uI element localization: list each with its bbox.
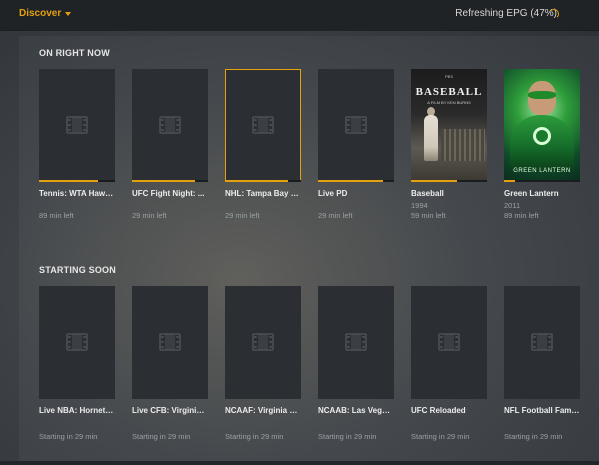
media-card[interactable]: Live PD 29 min left xyxy=(318,69,394,220)
progress-bar xyxy=(225,180,301,182)
card-title[interactable]: NFL Football Fami... xyxy=(504,406,580,415)
media-card[interactable]: GREEN LANTERN Green Lantern 2011 89 min lef… xyxy=(504,69,580,220)
card-time: 29 min left xyxy=(225,211,260,220)
card-poster[interactable]: GREEN LANTERN xyxy=(504,69,580,182)
card-poster[interactable] xyxy=(39,69,115,182)
film-icon xyxy=(159,333,181,351)
film-icon xyxy=(66,116,88,134)
card-poster[interactable] xyxy=(39,286,115,399)
card-time: Starting in 29 min xyxy=(225,432,284,441)
film-icon xyxy=(438,333,460,351)
media-card[interactable]: Live CFB: Virginia ... Starting in 29 min xyxy=(132,286,208,441)
card-poster[interactable] xyxy=(318,286,394,399)
media-card[interactable]: NCAAF: Virginia Te... Starting in 29 min xyxy=(225,286,301,441)
card-poster[interactable] xyxy=(504,286,580,399)
progress-fill xyxy=(504,180,516,182)
film-icon xyxy=(345,116,367,134)
poster-mask xyxy=(528,91,556,99)
card-poster[interactable] xyxy=(225,286,301,399)
card-poster[interactable] xyxy=(225,69,301,182)
film-icon xyxy=(66,333,88,351)
media-card[interactable]: NCAAB: Las Vegas ... Starting in 29 min xyxy=(318,286,394,441)
card-time: 29 min left xyxy=(318,211,353,220)
progress-fill xyxy=(411,180,457,182)
card-title[interactable]: Live NBA: Hornets... xyxy=(39,406,115,415)
card-year xyxy=(132,201,208,210)
green-lantern-poster-art: GREEN LANTERN xyxy=(504,69,580,182)
card-poster[interactable]: PBS BASEBALL A FILM BY KEN BURNS xyxy=(411,69,487,182)
card-time: 89 min left xyxy=(504,211,539,220)
film-icon xyxy=(531,333,553,351)
card-year: 2011 xyxy=(504,201,521,210)
progress-bar xyxy=(411,180,487,182)
card-time: Starting in 29 min xyxy=(411,432,470,441)
card-poster[interactable] xyxy=(318,69,394,182)
top-bar: Discover Refreshing EPG (47%) xyxy=(0,0,599,30)
card-time: 89 min left xyxy=(39,211,74,220)
card-title[interactable]: Live CFB: Virginia ... xyxy=(132,406,208,415)
card-poster[interactable] xyxy=(132,69,208,182)
progress-bar xyxy=(318,180,394,182)
poster-title: GREEN LANTERN xyxy=(513,168,571,174)
discover-dropdown[interactable]: Discover xyxy=(19,8,72,19)
film-icon xyxy=(252,116,274,134)
progress-fill xyxy=(39,180,99,182)
spinner-icon xyxy=(549,9,559,19)
media-card[interactable]: NFL Football Fami... Starting in 29 min xyxy=(504,286,580,441)
film-icon xyxy=(159,116,181,134)
epg-status-text: Refreshing EPG (47%) xyxy=(455,8,557,19)
card-year xyxy=(318,201,394,210)
card-time: Starting in 29 min xyxy=(132,432,191,441)
section-title-starting-soon: STARTING SOON xyxy=(39,265,116,275)
section-title-on-right-now: ON RIGHT NOW xyxy=(39,48,110,58)
card-poster[interactable] xyxy=(132,286,208,399)
card-title[interactable]: Live PD xyxy=(318,189,394,198)
chevron-down-icon xyxy=(65,12,72,16)
card-title[interactable]: Tennis: WTA Hawa... xyxy=(39,189,115,198)
media-card[interactable]: NHL: Tampa Bay L... 29 min left xyxy=(225,69,301,220)
progress-bar xyxy=(39,180,115,182)
discover-label: Discover xyxy=(19,8,62,19)
media-card[interactable]: PBS BASEBALL A FILM BY KEN BURNS Baseball 19… xyxy=(411,69,487,220)
poster-subtitle: A FILM BY KEN BURNS xyxy=(427,100,471,105)
poster-figure xyxy=(424,115,438,161)
film-icon xyxy=(252,333,274,351)
card-title[interactable]: NCAAB: Las Vegas ... xyxy=(318,406,394,415)
progress-fill xyxy=(132,180,196,182)
poster-title: BASEBALL xyxy=(415,86,483,98)
card-title[interactable]: UFC Fight Night: ... xyxy=(132,189,208,198)
card-title[interactable]: UFC Reloaded xyxy=(411,406,487,415)
lantern-emblem-icon xyxy=(533,127,551,145)
card-title[interactable]: NCAAF: Virginia Te... xyxy=(225,406,301,415)
card-poster[interactable] xyxy=(411,286,487,399)
baseball-poster-art: PBS BASEBALL A FILM BY KEN BURNS xyxy=(411,69,487,182)
card-year xyxy=(39,201,115,210)
media-card[interactable]: UFC Reloaded Starting in 29 min xyxy=(411,286,487,441)
media-card[interactable]: UFC Fight Night: ... 29 min left xyxy=(132,69,208,220)
film-icon xyxy=(345,333,367,351)
card-time: 59 min left xyxy=(411,211,446,220)
card-time: 29 min left xyxy=(132,211,167,220)
card-time: Starting in 29 min xyxy=(318,432,377,441)
poster-crowd xyxy=(441,129,485,161)
card-title[interactable]: NHL: Tampa Bay L... xyxy=(225,189,301,198)
card-year xyxy=(225,201,301,210)
progress-bar xyxy=(132,180,208,182)
progress-fill xyxy=(318,180,383,182)
poster-network: PBS xyxy=(444,74,453,79)
card-title[interactable]: Green Lantern xyxy=(504,189,580,198)
card-title[interactable]: Baseball xyxy=(411,189,487,198)
progress-bar xyxy=(504,180,580,182)
card-time: Starting in 29 min xyxy=(504,432,563,441)
media-card[interactable]: Live NBA: Hornets... Starting in 29 min xyxy=(39,286,115,441)
progress-fill xyxy=(225,180,289,182)
bottom-bar xyxy=(0,461,599,465)
card-time: Starting in 29 min xyxy=(39,432,98,441)
media-card[interactable]: Tennis: WTA Hawa... 89 min left xyxy=(39,69,115,220)
card-year: 1994 xyxy=(411,201,428,210)
